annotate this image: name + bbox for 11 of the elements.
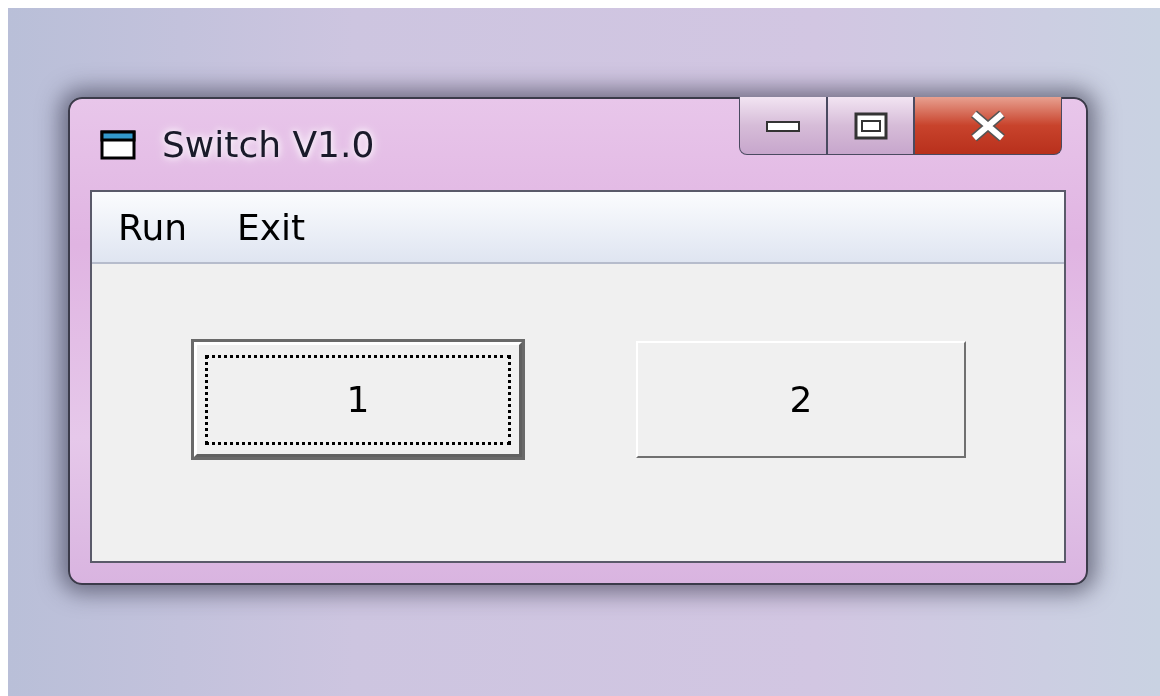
menu-item[interactable]: Run (118, 206, 188, 248)
window-title: Switch V1.0 (162, 124, 375, 165)
maximize-button[interactable] (827, 97, 914, 155)
close-button[interactable] (914, 97, 1062, 155)
minimize-icon (766, 118, 800, 133)
menu-item[interactable]: Exit (237, 206, 306, 248)
number-button[interactable]: 1 (193, 341, 523, 458)
maximize-icon (853, 111, 888, 140)
close-icon (968, 109, 1008, 142)
minimize-button[interactable] (739, 97, 827, 155)
number-button[interactable]: 2 (636, 341, 966, 458)
